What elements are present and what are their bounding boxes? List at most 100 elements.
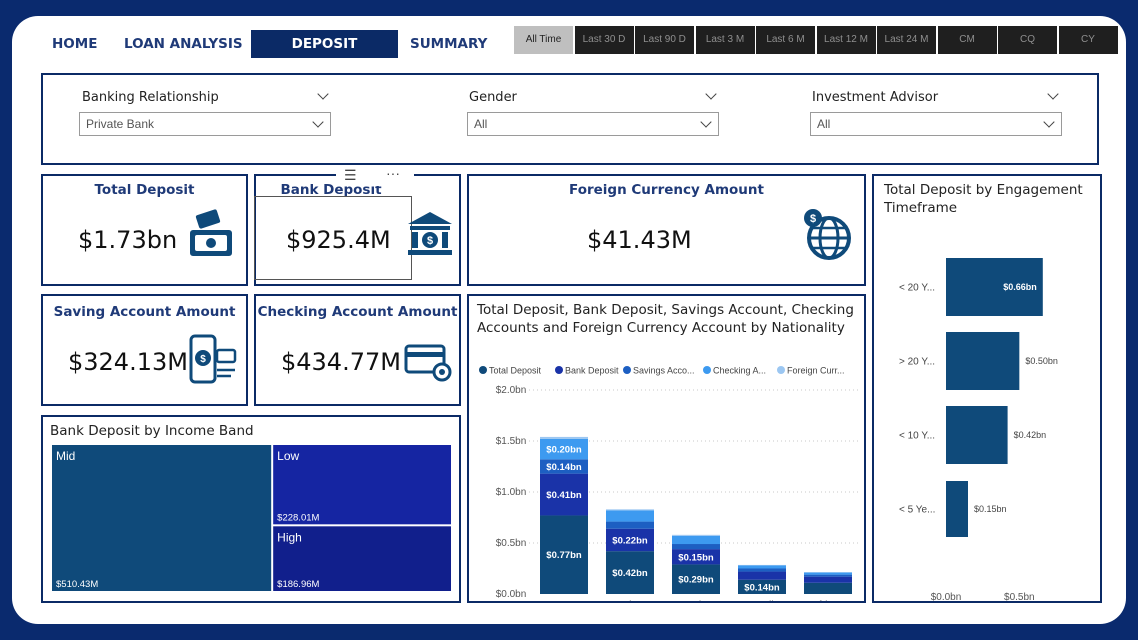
- bar-segment[interactable]: [804, 582, 852, 594]
- time-filter-cm[interactable]: CM: [937, 26, 997, 54]
- banking-relationship-dropdown[interactable]: Private Bank: [79, 112, 331, 136]
- time-filter-last-24-m[interactable]: Last 24 M: [877, 26, 936, 54]
- hbar[interactable]: [946, 481, 968, 537]
- treemap-tile-mid[interactable]: [52, 445, 272, 591]
- hbar[interactable]: [946, 406, 1008, 464]
- legend-label[interactable]: Bank Deposit: [565, 366, 619, 376]
- dashboard-canvas: HOME LOAN ANALYSIS DEPOSIT ANALYSIS SUMM…: [12, 16, 1126, 624]
- legend-label[interactable]: Savings Acco...: [633, 366, 695, 376]
- hbar-data-label: $0.50bn: [1025, 356, 1058, 366]
- y-tick-label: $2.0bn: [496, 385, 527, 396]
- slicer-panel: Banking Relationship Private Bank Gender…: [41, 73, 1099, 165]
- income-band-treemap-panel: Bank Deposit by Income Band Mid $510.43M L…: [41, 415, 461, 603]
- x-tick-label: American: [674, 599, 719, 601]
- hbar-data-label: $0.15bn: [974, 504, 1007, 514]
- bar-segment[interactable]: [804, 572, 852, 573]
- bar-segment[interactable]: [606, 510, 654, 522]
- gender-dropdown[interactable]: All: [467, 112, 719, 136]
- bar-data-label: $0.42bn: [612, 568, 648, 579]
- card-settings-icon: [404, 344, 452, 382]
- investment-advisor-dropdown[interactable]: All: [810, 112, 1062, 136]
- mobile-payment-icon: $: [189, 334, 237, 384]
- svg-text:$: $: [427, 235, 433, 247]
- bar-segment[interactable]: [738, 571, 786, 580]
- tab-summary[interactable]: SUMMARY: [402, 30, 495, 58]
- treemap-tile-label: Low: [277, 449, 299, 463]
- hbar-data-label: $0.66bn: [1003, 282, 1037, 292]
- bar-segment[interactable]: [672, 535, 720, 545]
- chevron-down-icon[interactable]: [317, 88, 329, 100]
- treemap-title: Bank Deposit by Income Band: [50, 423, 254, 439]
- globe-currency-icon: $: [804, 209, 851, 260]
- kpi-title: Foreign Currency Amount: [569, 182, 764, 198]
- bar-segment[interactable]: [804, 576, 852, 583]
- more-options-icon[interactable]: ···: [386, 165, 400, 181]
- x-tick-label: African: [812, 599, 845, 601]
- legend-label[interactable]: Checking A...: [713, 366, 766, 376]
- x-tick-label: $0.5bn: [1004, 592, 1035, 601]
- kpi-title: Checking Account Amount: [257, 304, 458, 320]
- tab-deposit-analysis[interactable]: DEPOSIT ANALYSIS: [251, 30, 398, 80]
- kpi-value: $925.4M: [286, 226, 391, 254]
- legend-marker: [777, 366, 785, 374]
- chevron-down-icon[interactable]: [705, 88, 717, 100]
- investment-advisor-value: All: [817, 117, 831, 131]
- nationality-chart-panel: Total Deposit, Bank Deposit, Savings Acc…: [467, 294, 866, 603]
- bar-segment[interactable]: [738, 568, 786, 572]
- bar-segment[interactable]: [672, 534, 720, 536]
- bar-segment[interactable]: [738, 565, 786, 569]
- svg-text:$: $: [810, 213, 816, 225]
- y-tick-label: $0.0bn: [496, 589, 527, 600]
- chevron-down-icon[interactable]: [1047, 88, 1059, 100]
- kpi-value: $41.43M: [587, 226, 692, 254]
- x-tick-label: European: [541, 599, 587, 601]
- legend-marker: [703, 366, 711, 374]
- bar-data-label: $0.77bn: [546, 550, 582, 561]
- time-filter-last-30-d[interactable]: Last 30 D: [574, 26, 634, 54]
- kpi-value: $324.13M: [68, 348, 188, 376]
- banking-relationship-value: Private Bank: [86, 117, 155, 131]
- time-filter-last-12-m[interactable]: Last 12 M: [816, 26, 876, 54]
- tab-home[interactable]: HOME: [44, 30, 105, 58]
- bar-segment[interactable]: [672, 544, 720, 550]
- tab-loan-analysis[interactable]: LOAN ANALYSIS: [116, 30, 251, 58]
- time-filter-cy[interactable]: CY: [1058, 26, 1118, 54]
- bar-segment[interactable]: [804, 572, 852, 575]
- x-tick-label: $0.0bn: [931, 592, 962, 601]
- bar-segment[interactable]: [738, 564, 786, 566]
- bar-segment[interactable]: [804, 574, 852, 577]
- kpi-total-deposit: Total Deposit $1.73bn: [41, 174, 248, 286]
- treemap-tile-label: Mid: [56, 449, 75, 463]
- bar-data-label: $0.22bn: [612, 535, 648, 546]
- kpi-value: $434.77M: [281, 348, 401, 376]
- treemap-tile-label: High: [277, 530, 302, 544]
- kpi-foreign-currency: Foreign Currency Amount $41.43M $: [467, 174, 866, 286]
- bar-segment[interactable]: [606, 509, 654, 511]
- bank-icon: $: [408, 212, 452, 255]
- hbar[interactable]: [946, 332, 1020, 390]
- kpi-title: Total Deposit: [94, 182, 195, 198]
- filter-icon[interactable]: ☰: [344, 167, 357, 184]
- time-filter-last-90-d[interactable]: Last 90 D: [635, 26, 694, 54]
- legend-marker: [555, 366, 563, 374]
- legend-label[interactable]: Total Deposit: [489, 366, 542, 376]
- kpi-bank-deposit: Bank Deposit ☰ ··· $925.4M $: [254, 165, 461, 286]
- svg-text:$: $: [200, 354, 206, 365]
- treemap-tile-value: $228.01M: [277, 512, 319, 523]
- time-filter-cq[interactable]: CQ: [998, 26, 1057, 54]
- kpi-checking-account: Checking Account Amount $434.77M: [254, 294, 461, 406]
- treemap-tile-value: $186.96M: [277, 579, 319, 590]
- bar-data-label: $0.41bn: [546, 490, 582, 501]
- bar-segment[interactable]: [606, 521, 654, 529]
- gender-value: All: [474, 117, 488, 131]
- y-category-label: < 10 Y...: [899, 431, 935, 442]
- bar-segment[interactable]: [540, 436, 588, 439]
- money-icon: [190, 209, 232, 256]
- y-tick-label: $0.5bn: [496, 538, 527, 549]
- slicer-label-banking-relationship: Banking Relationship: [82, 90, 219, 105]
- time-filter-last-6-m[interactable]: Last 6 M: [756, 26, 815, 54]
- time-filter-all-time[interactable]: All Time: [514, 26, 573, 54]
- time-filter-last-3-m[interactable]: Last 3 M: [695, 26, 755, 54]
- legend-label[interactable]: Foreign Curr...: [787, 366, 845, 376]
- slicer-label-gender: Gender: [469, 90, 517, 105]
